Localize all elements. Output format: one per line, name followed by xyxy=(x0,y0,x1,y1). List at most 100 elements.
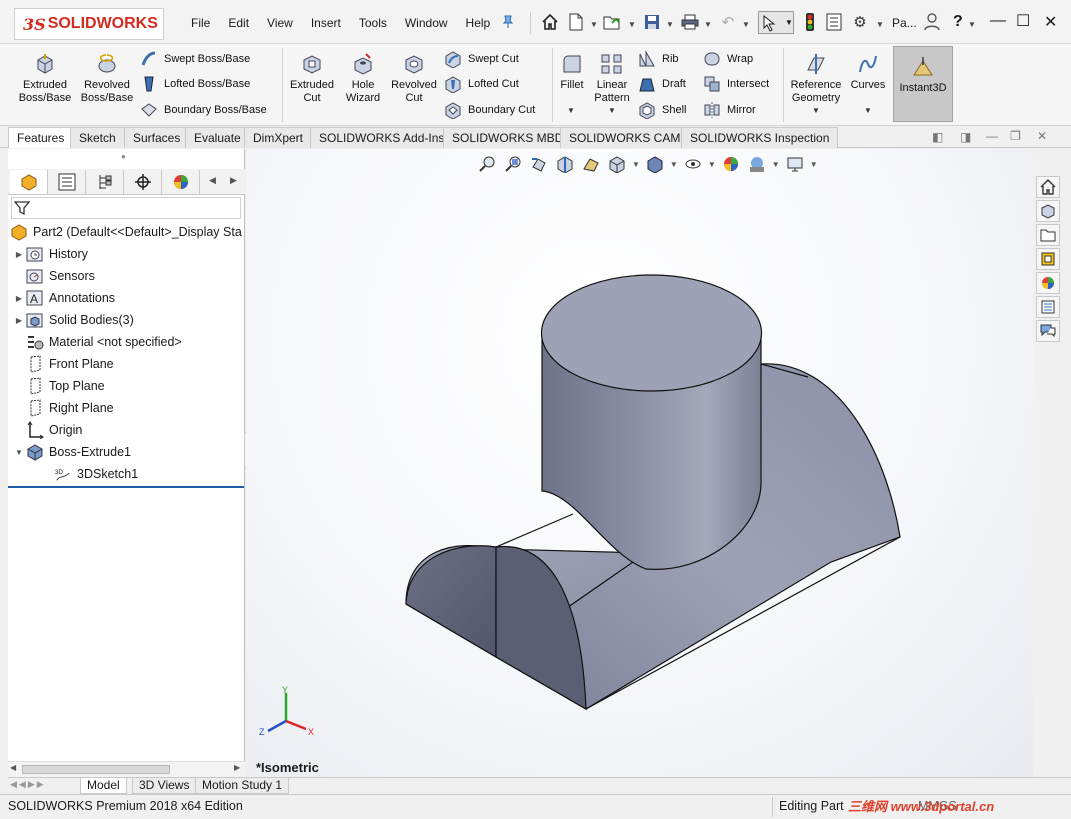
chevron-down-icon[interactable]: ▼ xyxy=(864,106,872,115)
revolved-boss-button[interactable]: Revolved Boss/Base xyxy=(78,48,136,105)
horizontal-scrollbar[interactable]: ◀ ▶ xyxy=(8,761,245,777)
tree-item-3dsketch1[interactable]: 3D 3DSketch1 xyxy=(54,463,138,485)
dynamic-annotation-icon[interactable] xyxy=(580,154,602,174)
previous-view-icon[interactable] xyxy=(528,154,550,174)
chevron-down-icon[interactable]: ▼ xyxy=(704,20,712,29)
custom-properties-icon[interactable] xyxy=(1036,296,1060,318)
new-document-icon[interactable] xyxy=(566,12,586,32)
tile-left-icon[interactable]: ◧ xyxy=(932,130,943,144)
close-icon[interactable]: ✕ xyxy=(1044,12,1057,32)
user-name[interactable]: Pa... xyxy=(892,16,917,30)
shell-button[interactable]: Shell xyxy=(638,101,686,119)
undo-icon[interactable]: ↶ xyxy=(718,12,738,32)
zoom-to-area-icon[interactable] xyxy=(502,154,524,174)
tab-solidworks-cam[interactable]: SOLIDWORKS CAM xyxy=(560,127,690,148)
rollback-bar[interactable] xyxy=(8,486,244,488)
feature-manager-tab[interactable] xyxy=(10,170,48,194)
swept-cut-button[interactable]: Swept Cut xyxy=(444,50,519,68)
forum-icon[interactable] xyxy=(1036,320,1060,342)
lofted-cut-button[interactable]: Lofted Cut xyxy=(444,75,519,93)
panel-grip-icon[interactable]: ● xyxy=(121,152,126,161)
tab-scroll-left-icon[interactable]: ◀ xyxy=(209,175,216,186)
dimxpert-manager-tab[interactable] xyxy=(124,170,162,194)
zoom-to-fit-icon[interactable] xyxy=(476,154,498,174)
mirror-button[interactable]: Mirror xyxy=(703,101,756,119)
graphics-area[interactable]: Y X Z xyxy=(246,149,1033,777)
tree-item-right-plane[interactable]: Right Plane xyxy=(26,397,114,419)
tree-item-top-plane[interactable]: Top Plane xyxy=(26,375,105,397)
chevron-down-icon[interactable]: ▼ xyxy=(590,20,598,29)
tab-dimxpert[interactable]: DimXpert xyxy=(244,127,313,148)
intersect-button[interactable]: Intersect xyxy=(703,75,769,93)
chevron-down-icon[interactable]: ▼ xyxy=(628,20,636,29)
hole-wizard-button[interactable]: Hole Wizard xyxy=(341,48,385,105)
tab-solidworks-add-ins[interactable]: SOLIDWORKS Add-Ins xyxy=(310,127,454,148)
chevron-down-icon[interactable]: ▼ xyxy=(742,20,750,29)
tab-sketch[interactable]: Sketch xyxy=(70,127,125,148)
solidworks-resources-icon[interactable] xyxy=(1036,176,1060,198)
tree-item-front-plane[interactable]: Front Plane xyxy=(26,353,114,375)
chevron-down-icon[interactable]: ▼ xyxy=(968,20,976,29)
display-manager-tab[interactable] xyxy=(162,170,200,194)
revolved-cut-button[interactable]: Revolved Cut xyxy=(388,48,440,105)
expand-arrow-icon[interactable]: ▶ xyxy=(12,316,26,325)
draft-button[interactable]: Draft xyxy=(638,75,686,93)
solidworks-logo[interactable]: 3S SOLIDWORKS xyxy=(14,8,164,40)
tab-3d-views[interactable]: 3D Views xyxy=(132,778,197,794)
tree-item-boss-extrude1[interactable]: ▼ Boss-Extrude1 xyxy=(12,441,131,463)
reference-geometry-button[interactable]: Reference Geometry xyxy=(786,48,846,105)
tree-item-origin[interactable]: Origin xyxy=(26,419,82,441)
menu-window[interactable]: Window xyxy=(396,16,457,30)
chevron-down-icon[interactable]: ▼ xyxy=(812,106,820,115)
section-view-icon[interactable] xyxy=(554,154,576,174)
rib-button[interactable]: Rib xyxy=(638,50,679,68)
help-icon[interactable]: ? xyxy=(953,13,963,31)
print-icon[interactable] xyxy=(680,12,700,32)
home-icon[interactable] xyxy=(540,12,560,32)
view-settings-icon[interactable] xyxy=(784,154,806,174)
appearances-icon[interactable] xyxy=(1036,272,1060,294)
apply-scene-icon[interactable] xyxy=(746,154,768,174)
chevron-down-icon[interactable]: ▼ xyxy=(608,106,616,115)
design-library-icon[interactable] xyxy=(1036,200,1060,222)
tab-features[interactable]: Features xyxy=(8,127,74,148)
open-document-icon[interactable] xyxy=(602,12,622,32)
file-properties-icon[interactable] xyxy=(824,12,844,32)
tab-solidworks-inspection[interactable]: SOLIDWORKS Inspection xyxy=(681,127,839,148)
doc-close-icon[interactable]: ✕ xyxy=(1037,129,1047,143)
chevron-down-icon[interactable]: ▼ xyxy=(670,160,678,169)
user-account-icon[interactable] xyxy=(922,12,942,32)
chevron-down-icon[interactable]: ▼ xyxy=(567,106,575,115)
tree-item-solid-bodies[interactable]: ▶ Solid Bodies(3) xyxy=(12,309,134,331)
expand-arrow-icon[interactable]: ▶ xyxy=(12,294,26,303)
display-style-icon[interactable] xyxy=(644,154,666,174)
menu-insert[interactable]: Insert xyxy=(302,16,350,30)
cylinder-body[interactable] xyxy=(540,274,763,570)
maximize-icon[interactable]: ☐ xyxy=(1016,11,1030,31)
menu-file[interactable]: File xyxy=(182,16,219,30)
tree-root[interactable]: Part2 (Default<<Default>_Display Sta xyxy=(10,221,242,243)
minimize-icon[interactable]: — xyxy=(990,12,1006,30)
boundary-cut-button[interactable]: Boundary Cut xyxy=(444,101,535,119)
property-manager-tab[interactable] xyxy=(48,170,86,194)
tab-surfaces[interactable]: Surfaces xyxy=(124,127,190,148)
options-gear-icon[interactable]: ⚙ xyxy=(850,12,870,32)
chevron-down-icon[interactable]: ▼ xyxy=(785,18,793,27)
tab-motion-study-1[interactable]: Motion Study 1 xyxy=(195,778,290,794)
hide-show-items-icon[interactable] xyxy=(682,154,704,174)
save-icon[interactable] xyxy=(642,12,662,32)
doc-minimize-icon[interactable]: — xyxy=(986,129,998,143)
curves-button[interactable]: Curves xyxy=(848,48,888,92)
fillet-button[interactable]: Fillet xyxy=(555,48,589,92)
chevron-down-icon[interactable]: ▼ xyxy=(810,160,818,169)
tree-item-history[interactable]: ▶ History xyxy=(12,243,88,265)
swept-boss-button[interactable]: Swept Boss/Base xyxy=(140,50,250,68)
tab-solidworks-mbd[interactable]: SOLIDWORKS MBD xyxy=(443,127,573,148)
extruded-boss-button[interactable]: Extruded Boss/Base xyxy=(14,48,76,105)
tree-item-sensors[interactable]: Sensors xyxy=(26,265,95,287)
pin-icon[interactable] xyxy=(498,12,518,32)
doc-restore-icon[interactable]: ❐ xyxy=(1010,129,1021,143)
edit-appearance-icon[interactable] xyxy=(720,154,742,174)
tree-filter[interactable] xyxy=(11,197,241,219)
menu-view[interactable]: View xyxy=(258,16,302,30)
